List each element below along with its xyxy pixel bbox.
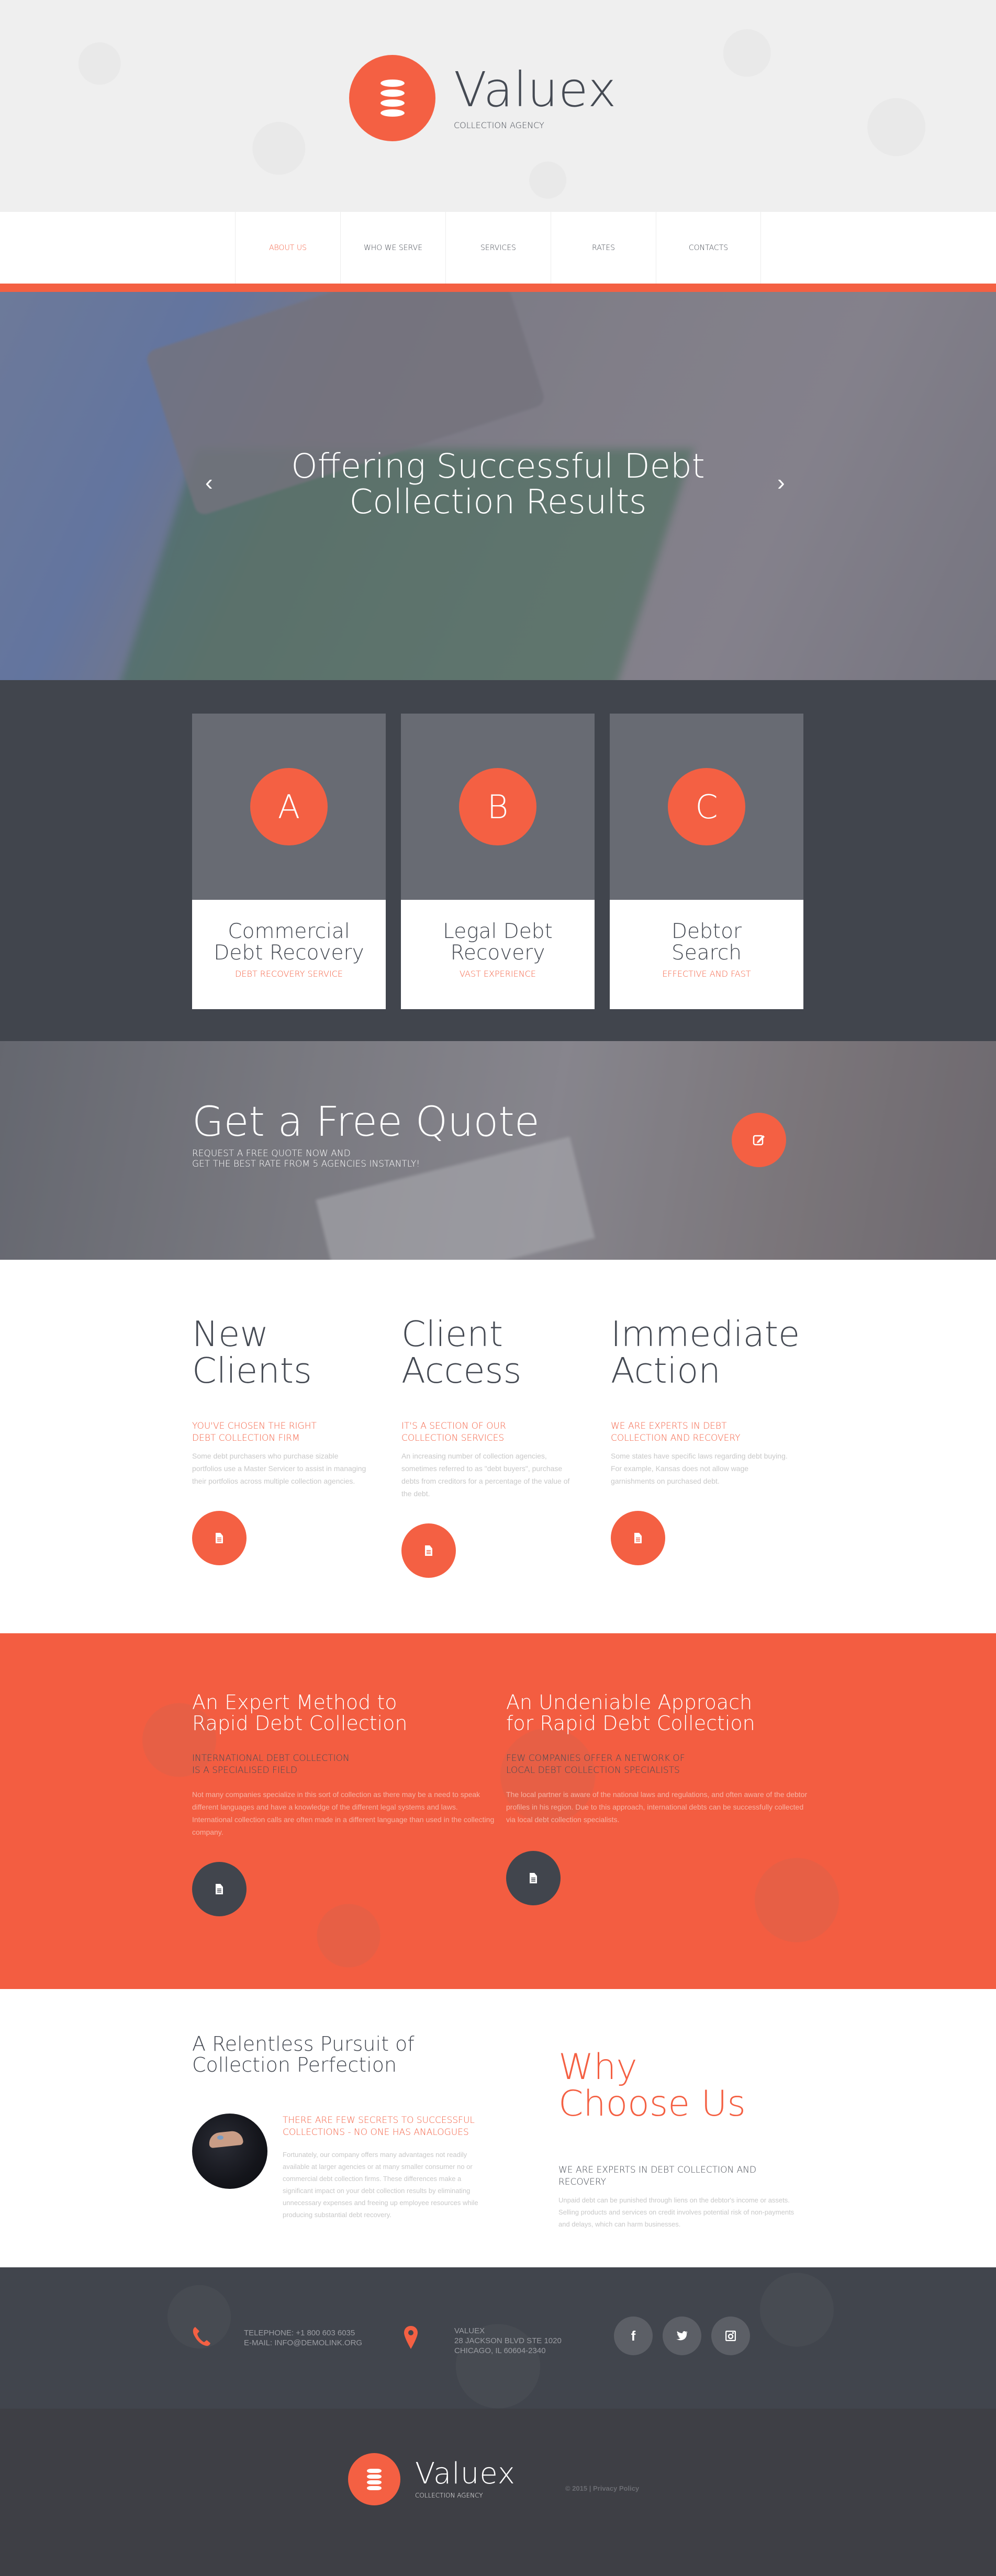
address-line: VALUEX <box>454 2326 485 2335</box>
main-nav: ABOUT US WHO WE SERVE SERVICES RATES CON… <box>0 212 996 292</box>
logo[interactable]: Valuex COLLECTION AGENCY <box>349 55 617 141</box>
copyright: © 2015 | Privacy Policy <box>565 2484 639 2492</box>
service-title: Legal Debt Recovery <box>443 920 553 965</box>
service-title: Debtor Search <box>672 920 742 965</box>
features-section: New Clients YOU'VE CHOSEN THE RIGHT DEBT C… <box>0 1260 996 1633</box>
feature-body: Some states have specific laws regarding… <box>611 1452 788 1485</box>
contact-phone-email: TELEPHONE: +1 800 603 6035 E-MAIL: INFO@… <box>244 2328 362 2348</box>
nav-item-services[interactable]: SERVICES <box>445 212 551 284</box>
coins-icon <box>349 55 435 141</box>
address-line: CHICAGO, IL 60604-2340 <box>454 2346 546 2355</box>
document-icon <box>216 1533 223 1543</box>
footer-logo[interactable]: Valuex COLLECTION AGENCY <box>348 2453 516 2505</box>
twitter-button[interactable] <box>663 2317 701 2355</box>
instagram-icon <box>725 2331 736 2341</box>
footer: Valuex COLLECTION AGENCY © 2015 | Privac… <box>0 2409 996 2576</box>
feature-body: An increasing number of collection agenc… <box>401 1452 570 1498</box>
quote-subtitle: REQUEST A FREE QUOTE NOW AND GET THE BEST… <box>192 1148 420 1169</box>
service-letter-badge: C <box>668 768 745 845</box>
feature-title: Client Access <box>401 1314 522 1391</box>
quote-button[interactable] <box>732 1113 786 1167</box>
service-card[interactable]: A Commercial Debt Recovery DEBT RECOVERY … <box>192 714 386 1009</box>
nav-item-about-us[interactable]: ABOUT US <box>235 212 340 284</box>
brand-name: Valuex <box>454 62 617 118</box>
pursuit-highlight: THERE ARE FEW SECRETS TO SUCCESSFUL COLLE… <box>283 2115 475 2138</box>
contact-address: VALUEX 28 JACKSON BLVD STE 1020 CHICAGO,… <box>454 2326 562 2356</box>
feature-doc-button[interactable] <box>611 1511 665 1565</box>
approach-title: An Expert Method to Rapid Debt Collection <box>192 1691 408 1735</box>
feature-highlight: WE ARE EXPERTS IN DEBT COLLECTION AND REC… <box>611 1421 741 1443</box>
approach-title: An Undeniable Approach for Rapid Debt Col… <box>506 1691 755 1735</box>
nav-item-contacts[interactable]: CONTACTS <box>656 212 761 284</box>
facebook-icon: f <box>631 2328 636 2344</box>
nav-item-rates[interactable]: RATES <box>551 212 656 284</box>
approach-column: An Expert Method to Rapid Debt Collection… <box>192 1692 496 1916</box>
document-icon <box>216 1884 223 1894</box>
approach-highlight: INTERNATIONAL DEBT COLLECTION IS A SPECIA… <box>192 1753 350 1776</box>
document-icon <box>634 1533 642 1543</box>
approach-body: The local partner is aware of the nation… <box>506 1790 808 1824</box>
service-title: Commercial Debt Recovery <box>214 920 364 965</box>
approach-doc-button[interactable] <box>192 1862 247 1916</box>
instagram-button[interactable] <box>711 2317 750 2355</box>
approach-section: An Expert Method to Rapid Debt Collection… <box>0 1633 996 1989</box>
approach-doc-button[interactable] <box>506 1851 561 1905</box>
hero-title-line2: Collection Results <box>349 483 647 522</box>
document-icon <box>530 1873 537 1883</box>
coins-icon <box>348 2453 400 2505</box>
why-title: Why Choose Us <box>558 2047 746 2125</box>
why-section: A Relentless Pursuit of Collection Perfec… <box>0 1989 996 2267</box>
footer-brand-name: Valuex <box>415 2457 516 2491</box>
feature-title: New Clients <box>192 1314 312 1391</box>
footer-brand-tagline: COLLECTION AGENCY <box>415 2492 483 2499</box>
privacy-policy-link[interactable]: Privacy Policy <box>593 2484 639 2492</box>
free-quote-banner: Get a Free Quote REQUEST A FREE QUOTE NO… <box>0 1041 996 1260</box>
approach-highlight: FEW COMPANIES OFFER A NETWORK OF LOCAL DE… <box>506 1753 685 1776</box>
service-subtitle: DEBT RECOVERY SERVICE <box>235 969 343 979</box>
feature-column: Immediate Action WE ARE EXPERTS IN DEBT CO… <box>611 1314 800 1565</box>
approach-column: An Undeniable Approach for Rapid Debt Col… <box>506 1692 810 1905</box>
feature-body: Some debt purchasers who purchase sizabl… <box>192 1452 366 1485</box>
feature-column: Client Access IT'S A SECTION OF OUR COLLEC… <box>401 1316 579 1578</box>
slider-next-arrow-icon[interactable]: › <box>777 470 785 496</box>
approach-body: Not many companies specialize in this so… <box>192 1790 495 1836</box>
masked-man-photo <box>192 2114 267 2189</box>
hero-slider: ‹ Offering Successful Debt Collection Re… <box>0 292 996 680</box>
hero-title-line1: Offering Successful Debt <box>291 447 705 486</box>
service-letter-badge: B <box>459 768 536 845</box>
service-subtitle: VAST EXPERIENCE <box>460 969 536 979</box>
why-highlight: WE ARE EXPERTS IN DEBT COLLECTION AND RE… <box>558 2165 757 2187</box>
map-pin-icon <box>404 2326 418 2349</box>
copyright-text: © 2015 | <box>565 2484 593 2492</box>
service-card[interactable]: C Debtor Search EFFECTIVE AND FAST <box>610 714 803 1009</box>
quote-title: Get a Free Quote <box>192 1099 540 1146</box>
services-section: A Commercial Debt Recovery DEBT RECOVERY … <box>0 680 996 1041</box>
brand-tagline: COLLECTION AGENCY <box>454 120 544 130</box>
service-letter-badge: A <box>250 768 328 845</box>
contact-phone[interactable]: TELEPHONE: +1 800 603 6035 <box>244 2328 362 2338</box>
feature-doc-button[interactable] <box>401 1523 456 1578</box>
service-card[interactable]: B Legal Debt Recovery VAST EXPERIENCE <box>401 714 595 1009</box>
contact-email[interactable]: E-MAIL: INFO@DEMOLINK.ORG <box>244 2338 362 2348</box>
contact-section: TELEPHONE: +1 800 603 6035 E-MAIL: INFO@… <box>0 2267 996 2409</box>
background-pattern <box>0 1633 996 1989</box>
phone-icon <box>193 2327 210 2346</box>
feature-column: New Clients YOU'VE CHOSEN THE RIGHT DEBT C… <box>192 1316 370 1565</box>
address-line: 28 JACKSON BLVD STE 1020 <box>454 2336 562 2345</box>
feature-title: Immediate Action <box>611 1314 800 1391</box>
facebook-button[interactable]: f <box>614 2317 653 2355</box>
header: Valuex COLLECTION AGENCY <box>0 0 996 212</box>
feature-highlight: YOU'VE CHOSEN THE RIGHT DEBT COLLECTION F… <box>192 1421 317 1443</box>
hero-title: Offering Successful Debt Collection Resu… <box>0 449 996 520</box>
edit-icon <box>753 1135 765 1146</box>
service-subtitle: EFFECTIVE AND FAST <box>662 969 751 979</box>
twitter-icon <box>676 2331 688 2341</box>
pursuit-body: Fortunately, our company offers many adv… <box>283 2151 478 2219</box>
document-icon <box>425 1545 432 1556</box>
pursuit-title: A Relentless Pursuit of Collection Perfec… <box>192 2032 415 2076</box>
feature-highlight: IT'S A SECTION OF OUR COLLECTION SERVICES <box>401 1421 506 1443</box>
why-body: Unpaid debt can be punished through lien… <box>558 2196 794 2228</box>
nav-item-who-we-serve[interactable]: WHO WE SERVE <box>340 212 445 284</box>
feature-doc-button[interactable] <box>192 1511 247 1565</box>
